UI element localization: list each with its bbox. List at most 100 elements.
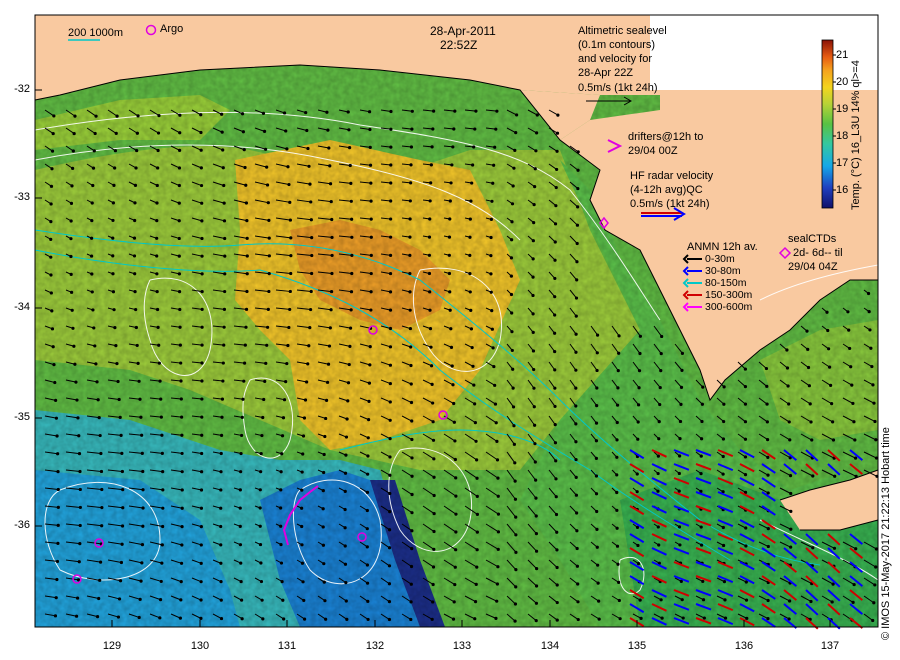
velocity-arrow-head [449,345,454,349]
velocity-arrow-head [160,451,164,455]
velocity-arrow-head [139,415,143,419]
velocity-arrow-head [744,544,748,548]
velocity-arrow-head [554,459,558,463]
velocity-arrow-head [766,437,770,442]
velocity-arrow-head [200,451,204,456]
velocity-arrow-head [329,289,334,294]
velocity-arrow-head [388,400,392,404]
velocity-arrow-head [75,398,79,402]
velocity-arrow-head [199,580,203,584]
velocity-arrow-head [347,362,351,367]
velocity-arrow-head [409,363,413,368]
velocity-arrow-head [470,345,474,350]
colorbar-tick: 16 [836,184,849,196]
velocity-arrow-head [200,343,204,347]
velocity-arrow-head [200,433,204,437]
velocity-arrow-head [575,260,579,264]
y-tick-label: -34 [14,301,30,313]
velocity-arrow-head [533,460,537,464]
velocity-arrow-head [348,146,352,150]
velocity-arrow-head [301,580,305,584]
velocity-arrow-head [307,344,311,348]
colorbar-tick: 18 [836,130,849,142]
velocity-arrow-head [287,325,291,330]
velocity-arrow-head [71,166,75,170]
velocity-arrow-head [514,131,518,135]
velocity-arrow-head [766,544,770,549]
velocity-arrow-head [447,253,451,257]
velocity-arrow-head [387,528,392,532]
velocity-arrow-head [410,492,414,497]
velocity-arrow-head [594,439,599,443]
velocity-arrow-head [766,473,770,477]
velocity-arrow-head [244,183,248,187]
velocity-arrow-head [309,307,313,312]
velocity-arrow-head [766,527,770,531]
velocity-arrow-head [389,217,393,221]
velocity-arrow-head [639,616,643,620]
velocity-arrow-head [289,271,293,276]
velocity-arrow-head [657,543,661,547]
velocity-arrow-head [575,278,579,282]
velocity-arrow-head [279,488,283,492]
velocity-arrow-head [92,149,96,153]
velocity-arrow-head [594,474,599,478]
velocity-arrow-head [786,384,790,388]
velocity-arrow-head [744,598,749,602]
velocity-arrow-head [240,617,244,621]
velocity-arrow-head [69,272,73,276]
velocity-arrow-head [475,548,479,552]
velocity-arrow-head [595,368,599,373]
velocity-arrow-head [303,398,308,402]
velocity-arrow-head [160,433,164,437]
velocity-arrow-head [55,434,59,438]
velocity-arrow-head [788,438,792,442]
velocity-arrow-head [489,254,493,258]
velocity-arrow-head [50,309,54,313]
velocity-arrow-head [49,220,53,224]
velocity-arrow-head [49,255,53,259]
velocity-arrow-head [616,562,620,566]
velocity-arrow-head [367,381,372,385]
velocity-arrow-head [680,368,684,372]
velocity-arrow-head [199,598,203,602]
velocity-arrow-head [576,186,580,191]
velocity-arrow-head [280,452,284,456]
velocity-arrow-head [74,614,79,618]
velocity-arrow-head [330,235,334,240]
velocity-arrow-head [432,493,436,498]
velocity-arrow-head [789,527,793,531]
velocity-arrow-head [532,367,536,372]
velocity-arrow-head [159,579,163,584]
velocity-arrow-head [155,219,159,223]
velocity-arrow-head [133,272,137,276]
velocity-arrow-head [180,451,184,456]
velocity-arrow-head [369,290,373,294]
velocity-arrow-head [636,437,640,441]
velocity-arrow-head [289,236,293,240]
velocity-arrow-head [222,307,227,311]
velocity-arrow-head [155,254,159,258]
velocity-arrow-head [874,438,878,442]
velocity-arrow-head [72,344,76,348]
velocity-arrow-head [244,201,249,205]
velocity-arrow-head [349,181,353,185]
velocity-arrow-head [532,405,536,409]
velocity-arrow-head [448,308,452,312]
velocity-arrow-head [135,343,139,348]
velocity-arrow-head [365,545,369,549]
velocity-arrow-head [258,488,262,492]
velocity-arrow-head [787,420,791,424]
velocity-arrow-head [74,380,78,384]
velocity-arrow-head [453,439,457,443]
velocity-arrow-head [809,599,813,604]
velocity-arrow-head [239,579,243,584]
velocity-arrow-head [495,439,499,443]
velocity-arrow-head [179,379,183,383]
velocity-arrow-head [200,272,204,276]
velocity-arrow-head [77,560,81,564]
velocity-arrow-head [365,563,370,567]
velocity-arrow-head [721,472,725,476]
velocity-arrow-head [300,470,304,474]
velocity-arrow-head [321,525,325,529]
